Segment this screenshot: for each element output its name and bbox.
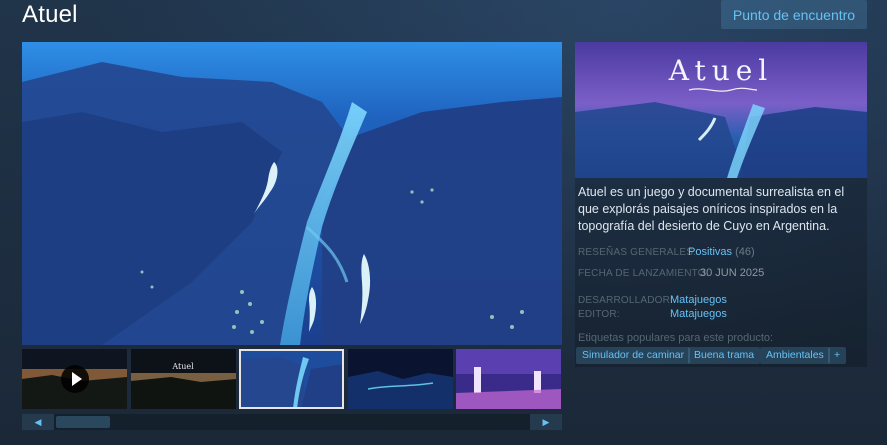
thumbnail-2[interactable]: Atuel — [131, 349, 236, 409]
tag-more-button[interactable]: + — [828, 347, 847, 364]
header-capsule-image: Atuel — [575, 42, 867, 178]
play-icon[interactable] — [61, 365, 89, 393]
thumbnail-5[interactable] — [456, 349, 561, 409]
reviews-value[interactable]: Positivas — [688, 246, 732, 258]
scroll-right-icon[interactable]: ▶ — [530, 414, 562, 430]
publisher-label-text: EDITOR: — [578, 309, 620, 320]
developer-link[interactable]: Matajuegos — [670, 294, 727, 306]
tags-label: Etiquetas populares para este producto: — [578, 332, 774, 344]
community-hub-button[interactable]: Punto de encuentro — [721, 0, 867, 29]
tag-buena-trama[interactable]: Buena trama — [688, 347, 761, 364]
thumbnail-3-selected[interactable] — [239, 349, 344, 409]
scroll-left-icon[interactable]: ◀ — [22, 414, 54, 430]
header-logo-text: Atuel — [668, 54, 774, 87]
publisher-link[interactable]: Matajuegos — [670, 308, 727, 320]
thumbnail-scrollbar[interactable]: ◀ ▶ — [22, 414, 562, 430]
game-info-panel: Atuel Atuel es un juego y documental sur… — [575, 42, 867, 367]
game-title: Atuel — [22, 1, 78, 28]
publisher-label: EDITOR: — [578, 309, 620, 320]
thumbnail-strip: Atuel — [22, 349, 562, 411]
release-date-label-text: FECHA DE LANZAMIENTO: — [578, 268, 709, 279]
reviews-summary[interactable]: Positivas (46) — [688, 246, 755, 258]
thumbnail-2-art: Atuel — [131, 349, 236, 409]
developer-label: DESARROLLADOR: — [578, 295, 673, 306]
reviews-label-text: RESEÑAS GENERALES: — [578, 247, 697, 258]
thumbnail-3-art — [239, 349, 344, 409]
scroll-thumb[interactable] — [56, 416, 110, 428]
thumbnail-5-art — [456, 349, 561, 409]
developer-label-text: DESARROLLADOR: — [578, 295, 674, 306]
thumbnail-4-art — [348, 349, 453, 409]
main-screenshot-art — [22, 42, 562, 345]
release-date-value: 30 JUN 2025 — [700, 267, 765, 279]
tag-ambientales[interactable]: Ambientales — [760, 347, 830, 364]
reviews-count: (46) — [735, 246, 755, 258]
release-date-label: FECHA DE LANZAMIENTO: — [578, 268, 709, 279]
thumbnail-2-caption: Atuel — [171, 362, 194, 371]
reviews-label: RESEÑAS GENERALES: — [578, 247, 696, 258]
main-screenshot[interactable] — [22, 42, 562, 345]
game-description: Atuel es un juego y documental surrealis… — [578, 185, 845, 233]
thumbnail-video[interactable] — [22, 349, 127, 409]
tag-simulador-de-caminar[interactable]: Simulador de caminar — [576, 347, 691, 364]
thumbnail-4[interactable] — [348, 349, 453, 409]
